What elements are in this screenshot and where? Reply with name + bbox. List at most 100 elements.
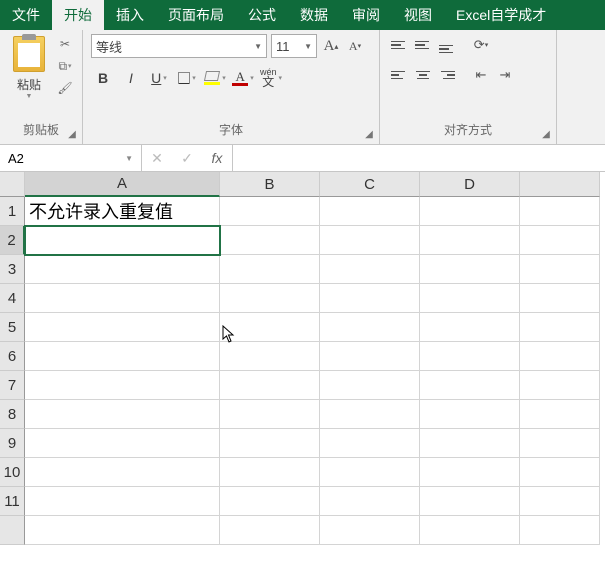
- tab-review[interactable]: 审阅: [340, 0, 392, 30]
- tab-data[interactable]: 数据: [288, 0, 340, 30]
- increase-font-icon[interactable]: A▴: [321, 34, 341, 58]
- bold-button[interactable]: B: [91, 66, 115, 90]
- cell-a7[interactable]: [25, 371, 220, 400]
- font-size-combo[interactable]: 11▼: [271, 34, 317, 58]
- border-button[interactable]: ▾: [175, 66, 199, 90]
- paste-icon[interactable]: [13, 36, 45, 72]
- cell-e3[interactable]: [520, 255, 600, 284]
- tab-insert[interactable]: 插入: [104, 0, 156, 30]
- decrease-font-icon[interactable]: A▾: [345, 34, 365, 58]
- cell-d9[interactable]: [420, 429, 520, 458]
- cell-d8[interactable]: [420, 400, 520, 429]
- row-header-5[interactable]: 5: [0, 313, 25, 342]
- cell-b3[interactable]: [220, 255, 320, 284]
- row-header-11[interactable]: 11: [0, 487, 25, 516]
- cell-a8[interactable]: [25, 400, 220, 429]
- cancel-formula-icon[interactable]: ✕: [142, 145, 172, 171]
- cell-b4[interactable]: [220, 284, 320, 313]
- cell-d6[interactable]: [420, 342, 520, 371]
- cell-b11[interactable]: [220, 487, 320, 516]
- cell-c9[interactable]: [320, 429, 420, 458]
- orientation-button[interactable]: ⟳▾: [470, 34, 492, 56]
- align-bottom-button[interactable]: [436, 34, 458, 56]
- name-box[interactable]: A2▼: [0, 145, 142, 171]
- cell-d10[interactable]: [420, 458, 520, 487]
- col-header-c[interactable]: C: [320, 172, 420, 197]
- align-left-button[interactable]: [388, 64, 410, 86]
- cell-a10[interactable]: [25, 458, 220, 487]
- cell-d1[interactable]: [420, 197, 520, 226]
- cell-b12[interactable]: [220, 516, 320, 545]
- row-header-8[interactable]: 8: [0, 400, 25, 429]
- copy-button[interactable]: ⧉▾: [56, 58, 74, 74]
- row-header-9[interactable]: 9: [0, 429, 25, 458]
- formula-input[interactable]: [233, 145, 605, 171]
- cell-d12[interactable]: [420, 516, 520, 545]
- cell-b10[interactable]: [220, 458, 320, 487]
- increase-indent-button[interactable]: ⇥: [494, 64, 516, 86]
- tab-file[interactable]: 文件: [0, 0, 52, 30]
- tab-view[interactable]: 视图: [392, 0, 444, 30]
- cell-a4[interactable]: [25, 284, 220, 313]
- cell-b9[interactable]: [220, 429, 320, 458]
- cell-e2[interactable]: [520, 226, 600, 255]
- cell-c5[interactable]: [320, 313, 420, 342]
- tab-formulas[interactable]: 公式: [236, 0, 288, 30]
- cell-e4[interactable]: [520, 284, 600, 313]
- cell-c7[interactable]: [320, 371, 420, 400]
- cell-c11[interactable]: [320, 487, 420, 516]
- col-header-d[interactable]: D: [420, 172, 520, 197]
- pinyin-button[interactable]: wén文▾: [259, 66, 283, 90]
- tab-page-layout[interactable]: 页面布局: [156, 0, 236, 30]
- cell-d11[interactable]: [420, 487, 520, 516]
- select-all-corner[interactable]: [0, 172, 25, 197]
- row-header-7[interactable]: 7: [0, 371, 25, 400]
- cell-e12[interactable]: [520, 516, 600, 545]
- cell-d5[interactable]: [420, 313, 520, 342]
- cell-d3[interactable]: [420, 255, 520, 284]
- align-center-button[interactable]: [412, 64, 434, 86]
- tab-addin[interactable]: Excel自学成才: [444, 0, 558, 30]
- cell-b6[interactable]: [220, 342, 320, 371]
- row-header-2[interactable]: 2: [0, 226, 25, 255]
- align-middle-button[interactable]: [412, 34, 434, 56]
- cut-button[interactable]: ✂: [56, 36, 74, 52]
- italic-button[interactable]: I: [119, 66, 143, 90]
- cell-a9[interactable]: [25, 429, 220, 458]
- row-header-12[interactable]: [0, 516, 25, 545]
- align-top-button[interactable]: [388, 34, 410, 56]
- cell-c2[interactable]: [320, 226, 420, 255]
- cell-d7[interactable]: [420, 371, 520, 400]
- row-header-6[interactable]: 6: [0, 342, 25, 371]
- cell-a3[interactable]: [25, 255, 220, 284]
- cell-e5[interactable]: [520, 313, 600, 342]
- cell-c12[interactable]: [320, 516, 420, 545]
- cell-b7[interactable]: [220, 371, 320, 400]
- cell-c6[interactable]: [320, 342, 420, 371]
- align-right-button[interactable]: [436, 64, 458, 86]
- accept-formula-icon[interactable]: ✓: [172, 145, 202, 171]
- tab-home[interactable]: 开始: [52, 0, 104, 30]
- cell-c4[interactable]: [320, 284, 420, 313]
- cell-b5[interactable]: [220, 313, 320, 342]
- row-header-3[interactable]: 3: [0, 255, 25, 284]
- row-header-10[interactable]: 10: [0, 458, 25, 487]
- col-header-extra[interactable]: [520, 172, 600, 197]
- cell-a2[interactable]: [25, 226, 220, 255]
- alignment-launcher[interactable]: ◢: [540, 128, 552, 140]
- cell-d2[interactable]: [420, 226, 520, 255]
- cell-c10[interactable]: [320, 458, 420, 487]
- clipboard-launcher[interactable]: ◢: [66, 128, 78, 140]
- cell-c3[interactable]: [320, 255, 420, 284]
- cell-b1[interactable]: [220, 197, 320, 226]
- cell-a11[interactable]: [25, 487, 220, 516]
- col-header-a[interactable]: A: [25, 172, 220, 197]
- col-header-b[interactable]: B: [220, 172, 320, 197]
- cell-a6[interactable]: [25, 342, 220, 371]
- row-header-4[interactable]: 4: [0, 284, 25, 313]
- cell-a12[interactable]: [25, 516, 220, 545]
- cell-a1[interactable]: 不允许录入重复值: [25, 197, 220, 226]
- cell-d4[interactable]: [420, 284, 520, 313]
- cell-e8[interactable]: [520, 400, 600, 429]
- cell-e11[interactable]: [520, 487, 600, 516]
